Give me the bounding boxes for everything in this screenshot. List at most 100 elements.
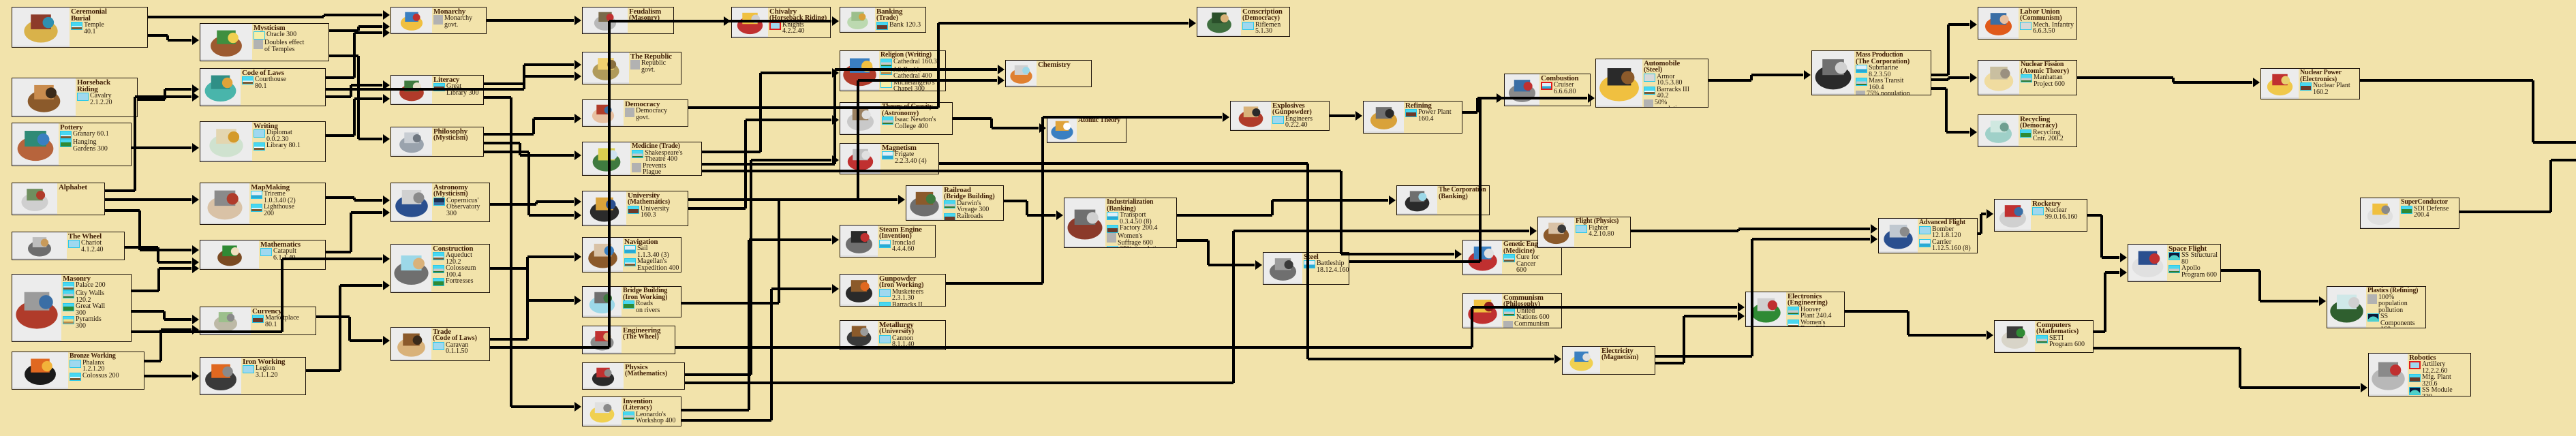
unlock-thumbnail-icon (1503, 254, 1515, 262)
tech-node-philosophy[interactable]: Philosophy (Mysticism) (390, 127, 484, 157)
tech-node-iron-working[interactable]: Iron Working Legion 3.1.1.20 (200, 357, 306, 395)
connector-segment (165, 88, 191, 91)
tech-node-physics[interactable]: Physics (Mathematics) (582, 362, 685, 390)
unlock-label: Trireme 1.0.3.40 (2) (264, 191, 324, 204)
tech-node-democracy[interactable]: Democracy Democracy govt. (582, 99, 688, 127)
tech-node-space-flight[interactable]: Space Flight SS Structural 80 Apollo Program… (2128, 244, 2221, 282)
tech-node-railroad[interactable]: Railroad (Bridge Building) Darwin's Voyage … (906, 185, 1004, 221)
tech-node-advanced-flight[interactable]: Advanced Flight Bomber 12.1.8.120 Carrier 1.… (1878, 218, 1978, 253)
tech-node-trade[interactable]: Trade (Code of Laws) Caravan 0.1.1.50 (390, 327, 490, 361)
tech-node-steam-engine[interactable]: Steam Engine (Invention) Ironclad 4.4.4.60 (840, 225, 936, 258)
tech-node-nuclear-fission[interactable]: Nuclear Fission (Atomic Theory) Manhattan P… (1978, 60, 2077, 95)
tech-node-electricity[interactable]: Electricity (Magnetism) (1562, 346, 1655, 375)
unlock-label: SS Module 320 (2422, 387, 2469, 396)
tech-node-flight[interactable]: Flight (Physics) Fighter 4.2.10.80 (1537, 217, 1631, 248)
tech-node-medicine[interactable]: Medicine (Trade) Shakespeare's Theatre 400… (582, 142, 702, 176)
tech-unlock-item: Phalanx 1.2.1.20 (70, 359, 142, 373)
tech-node-religion[interactable]: Religion (Writing)Cathedral 160.3J.S.Bac… (840, 50, 946, 91)
tech-node-alphabet[interactable]: Alphabet (12, 183, 105, 215)
tech-unlock-item: Musketeers 2.3.1.30 (879, 288, 944, 302)
tech-node-mapmaking[interactable]: MapMaking Trireme 1.0.3.40 (2) Lighthouse 20… (200, 183, 326, 225)
connector-arrowhead (383, 254, 390, 264)
tech-node-conscription[interactable]: Conscription (Democracy) Riflemen 5.1.30 (1197, 7, 1290, 37)
tech-node-automobile[interactable]: Automobile (Steel) Armor 10.5.3.80 Barracks … (1595, 59, 1708, 108)
tech-node-electronics[interactable]: Electronics (Engineering) Hoover Plant 240.… (1745, 292, 1845, 327)
tech-unlock-item: Darwin's Voyage 300 (944, 200, 1002, 213)
tech-unlocks-list: Submarine 8.2.3.50 Mass Transit 160.4 75% po… (1856, 65, 1929, 95)
tech-node-construction[interactable]: Construction Aqueduct 120.2 Colosseum 100.4 F… (390, 244, 490, 293)
tech-node-mass-production[interactable]: Mass Production (The Corporation) Submarin… (1811, 50, 1931, 95)
connector-arrowhead (832, 155, 839, 165)
connector-segment (125, 246, 158, 249)
tech-prerequisite: (Magnetism) (1601, 354, 1639, 361)
tech-node-rocketry[interactable]: Rocketry Nuclear 99.0.16.160 (1994, 199, 2087, 232)
tech-node-mysticism[interactable]: Mysticism Oracle 300 Doubles effect of Temp… (200, 23, 329, 61)
tech-node-masonry[interactable]: Masonry Palace 200 City Walls 120.2 Great Wa… (12, 274, 132, 342)
tech-node-engineering[interactable]: Engineering (The Wheel) (582, 326, 675, 354)
tech-node-ceremonial-burial[interactable]: Ceremonial Burial Temple 40.1 (12, 7, 148, 48)
tech-node-monarchy[interactable]: Monarchy Monarchy govt. (390, 7, 487, 34)
connector-arrowhead (383, 281, 390, 290)
tech-node-explosives[interactable]: Explosives (Gunpowder) Engineers 0.2.2.40 (1230, 101, 1330, 131)
unlock-label: Women'sDam 600 (1800, 319, 1843, 326)
hands-icon (583, 100, 624, 126)
unlock-thumbnail-icon (70, 372, 81, 381)
unlock-thumbnail-icon (623, 300, 634, 309)
tech-node-writing[interactable]: Writing Diplomat 0.0.2.30 Library 80.1 (200, 121, 326, 162)
connector-segment (148, 16, 324, 18)
tech-node-bridge-building[interactable]: Bridge Building (Iron Working) Roads on riv… (582, 286, 681, 317)
eagle-icon (583, 52, 629, 84)
tech-node-horseback-riding[interactable]: Horseback Riding Cavalry 2.1.2.20 (12, 78, 138, 117)
sarcophagus-icon (12, 7, 70, 47)
unlock-thumbnail-icon (2367, 294, 2377, 304)
tech-node-university[interactable]: University (Mathematics) University 160.3 (582, 191, 688, 226)
connector-segment (2102, 256, 2119, 259)
tech-node-mathematics[interactable]: MathematicsCatapult6.1.1.40 (200, 240, 326, 270)
tech-node-nuclear-power[interactable]: Nuclear Power (Electronics) Nuclear Plant 1… (2260, 68, 2360, 99)
tech-node-invention[interactable]: Invention (Literacy) Leonardo's Workshop 40… (582, 396, 681, 426)
tech-unlock-item: Pyramids 300 (63, 316, 129, 329)
tech-node-the-republic[interactable]: The Republic Republic govt. (582, 52, 681, 84)
connector-segment (761, 72, 831, 74)
tech-node-labor-union[interactable]: Labor Union (Communism) Mech. Infantry 6.6.… (1978, 7, 2077, 40)
unlock-thumbnail-icon (1107, 212, 1118, 220)
tech-node-plastics[interactable]: Plastics (Refining) 100% population pollut… (2327, 286, 2426, 328)
unlock-label: Railroads (957, 212, 983, 220)
tech-node-atomic-theory[interactable]: Atomic Theory (1047, 116, 1126, 143)
connector-segment (1340, 171, 1343, 254)
tech-node-code-of-laws[interactable]: Code of Laws Courthouse 80.1 (200, 68, 326, 106)
tech-node-refining[interactable]: Refining Power Plant 160.4 (1363, 101, 1462, 134)
tech-node-robotics[interactable]: Robotics Artillery 12.2.2.60 Mfg. Plant 320.… (2368, 353, 2471, 396)
tech-node-chemistry[interactable]: Chemistry (1005, 60, 1092, 87)
connector-segment (140, 249, 191, 251)
unlock-label-line2: 300 (76, 322, 86, 330)
unlock-thumbnail-icon (254, 129, 265, 138)
unlock-thumbnail-icon (252, 315, 264, 323)
yogi-icon (200, 24, 252, 61)
telescope-icon (391, 183, 432, 221)
wheel-icon (12, 232, 67, 260)
tech-node-bronze-working[interactable]: Bronze Working Phalanx 1.2.1.20 Colossus 20… (12, 352, 144, 390)
tech-node-recycling[interactable]: Recycling (Democracy) Recycling Cntr. 200.2 (1978, 114, 2077, 147)
tech-unlock-item: Cavalry 2.1.2.20 (77, 93, 136, 106)
connector-segment (833, 69, 836, 164)
tech-node-navigation[interactable]: Navigation Sail 1.1.3.40 (3) Magellan's Expe… (582, 237, 681, 272)
tech-node-computers[interactable]: Computers (Mathematics) SETI Program 600 (1994, 320, 2094, 353)
tech-node-pottery[interactable]: Pottery Granary 60.1 Hanging Gardens 300 (12, 123, 132, 166)
tech-node-astronomy[interactable]: Astronomy (Mysticism) Copernicus' Observato… (390, 183, 490, 222)
unlock-label: 75% populationpollution (1867, 90, 1910, 95)
tech-node-chivalry[interactable]: Chivalry (Horseback Riding) Knights 4.2.2.4… (731, 7, 831, 38)
tech-node-superconductor[interactable]: SuperConductor SDI Defense 200.4 (2360, 198, 2459, 229)
tech-node-banking[interactable]: Banking (Trade) Bank 120.3 (840, 7, 926, 33)
connector-segment (946, 282, 1043, 285)
tech-node-gunpowder[interactable]: Gunpowder (Iron Working) Musketeers 2.3.1.3… (840, 274, 946, 307)
tech-node-combustion[interactable]: Combustion Cruiser 6.6.6.80 (1504, 74, 1591, 106)
unlock-label: Oracle 300 (266, 31, 297, 38)
tech-node-the-wheel[interactable]: The Wheel Chariot 4.1.2.40 (12, 232, 125, 260)
unlock-label-line2: 40.1 (84, 27, 96, 35)
tech-node-body: Steam Engine (Invention) Ironclad 4.4.4.60 (878, 225, 935, 257)
unlock-label-line2: 4.2.10.80 (1589, 230, 1614, 238)
tech-node-the-corporation[interactable]: The Corporation (Banking) (1396, 185, 1490, 215)
tech-node-communism[interactable]: Communism (Philosophy) United Nations 600 Co… (1462, 293, 1562, 328)
tech-node-industrialization[interactable]: Industrialization (Banking) Transport 0.3.4… (1064, 198, 1177, 248)
